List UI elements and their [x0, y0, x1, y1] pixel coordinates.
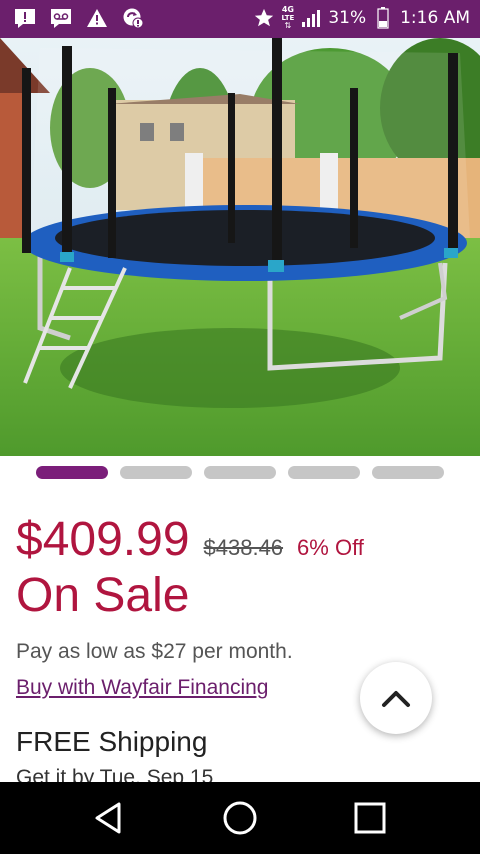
- recents-button[interactable]: [350, 798, 390, 838]
- home-icon: [223, 801, 257, 835]
- scroll-to-top-button[interactable]: [360, 662, 432, 734]
- alert-icon: [14, 7, 36, 29]
- carousel-dot[interactable]: [204, 466, 276, 479]
- star-icon: [253, 7, 275, 29]
- clock: 1:16 AM: [400, 8, 470, 28]
- image-carousel-indicators: [36, 466, 444, 479]
- carousel-dot[interactable]: [288, 466, 360, 479]
- discount-label: 6% Off: [297, 535, 364, 560]
- carousel-dot[interactable]: [120, 466, 192, 479]
- network-type-label: 4G: [281, 5, 294, 14]
- signal-icon: [300, 7, 322, 29]
- recents-icon: [354, 802, 386, 834]
- price-row: $409.99 $438.46 6% Off: [16, 512, 364, 567]
- on-sale-label: On Sale: [16, 569, 190, 622]
- home-button[interactable]: [220, 798, 260, 838]
- sale-price: $409.99: [16, 513, 190, 566]
- battery-icon: [372, 7, 394, 29]
- back-button[interactable]: [88, 798, 128, 838]
- chevron-up-icon: [382, 691, 410, 707]
- financing-link[interactable]: Buy with Wayfair Financing: [16, 676, 268, 700]
- original-price: $438.46: [203, 535, 284, 560]
- voicemail-icon: [50, 7, 72, 29]
- carousel-dot[interactable]: [372, 466, 444, 479]
- battery-percent: 31%: [328, 8, 367, 28]
- carousel-dot-active[interactable]: [36, 466, 108, 479]
- navigation-bar: [0, 782, 480, 854]
- product-image[interactable]: [0, 38, 480, 456]
- warning-icon: [86, 7, 108, 29]
- shipping-label: FREE Shipping: [16, 726, 208, 757]
- back-icon: [95, 802, 121, 834]
- installment-text: Pay as low as $27 per month.: [16, 640, 293, 663]
- delivery-estimate: Get it by Tue, Sep 15: [16, 766, 214, 782]
- status-bar: 4G LTE ⇅ 31% 1:16 AM: [0, 0, 480, 38]
- sync-icon: [122, 7, 144, 29]
- network-4g-lte-icon: 4G LTE ⇅: [281, 5, 295, 30]
